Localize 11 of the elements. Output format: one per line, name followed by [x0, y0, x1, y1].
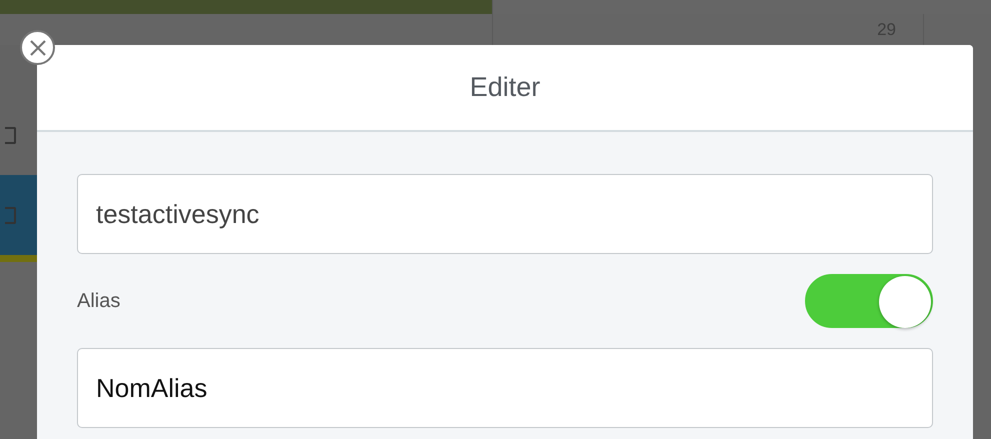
- checkbox[interactable]: [5, 206, 16, 224]
- checkbox[interactable]: [5, 126, 16, 144]
- alias-toggle[interactable]: [805, 274, 933, 328]
- alias-field[interactable]: NomAlias: [77, 348, 933, 428]
- dialog-title: Editer: [470, 72, 540, 103]
- alias-label: Alias: [77, 290, 120, 312]
- name-field[interactable]: testactivesync: [77, 174, 933, 254]
- selected-row[interactable]: [0, 175, 37, 255]
- close-button[interactable]: [20, 30, 55, 65]
- close-icon: [28, 38, 48, 58]
- row-underline: [0, 255, 37, 262]
